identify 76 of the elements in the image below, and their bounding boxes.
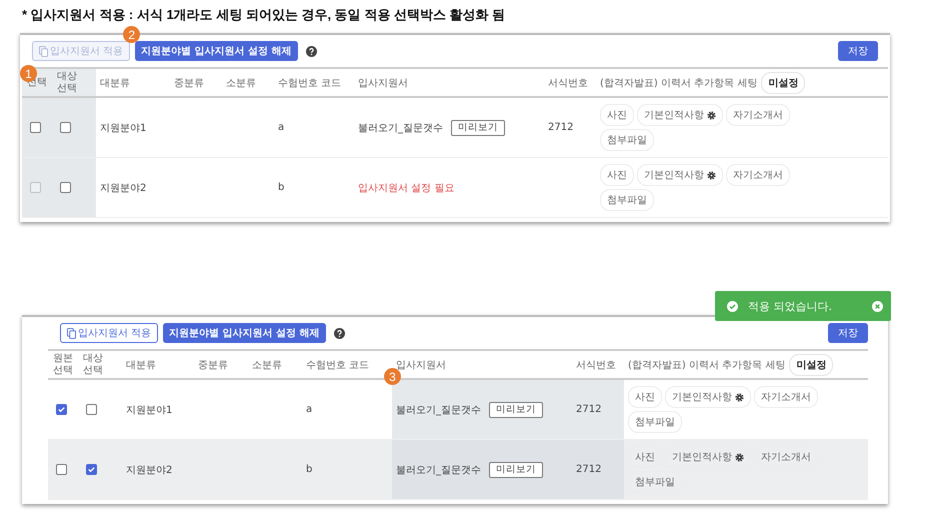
reset-button[interactable]: 지원분야별 입사지원서 설정 해제 — [163, 323, 326, 343]
settings-chip[interactable]: 미설정 — [761, 72, 806, 94]
tag-chip[interactable]: 사진 — [628, 446, 662, 468]
form-name: 불러오기_질문갯수 — [358, 122, 443, 134]
save-button[interactable]: 저장 — [838, 41, 878, 61]
checkbox[interactable] — [56, 404, 67, 415]
column-header: 서식번호 — [576, 358, 616, 372]
copy-icon — [39, 46, 48, 56]
table-cell: a — [274, 98, 354, 158]
tag-chip[interactable]: 자기소개서 — [726, 164, 790, 186]
checkbox[interactable] — [86, 464, 97, 475]
tag-chip[interactable]: 자기소개서 — [726, 104, 790, 126]
tag-chip[interactable]: 첨부파일 — [600, 189, 654, 211]
check-circle-icon — [727, 300, 738, 312]
checkbox[interactable] — [56, 464, 67, 475]
gear-icon — [707, 170, 716, 180]
form-name: 불러오기_질문갯수 — [396, 404, 481, 416]
column-header: 중분류 — [174, 76, 204, 90]
gear-icon — [735, 452, 744, 462]
tag-chip[interactable]: 첨부파일 — [628, 471, 682, 493]
column-header: 대분류 — [100, 76, 130, 90]
form-name: 불러오기_질문갯수 — [396, 464, 481, 476]
column-header: 원본 선택 — [52, 353, 74, 376]
checkbox[interactable] — [60, 122, 71, 133]
apply-button[interactable]: 입사지원서 적용 — [60, 323, 158, 343]
tag-chip[interactable]: 첨부파일 — [628, 411, 682, 433]
reset-button[interactable]: 지원분야별 입사지원서 설정 해제 — [135, 41, 298, 61]
help-icon[interactable] — [334, 328, 345, 338]
column-header: 입사지원서 — [358, 76, 408, 90]
column-header: (합격자발표) 이력서 추가항목 세팅 — [628, 358, 786, 372]
column-header: 수험번호 코드 — [306, 358, 370, 372]
column-header: 대상 선택 — [82, 353, 104, 376]
help-icon[interactable] — [306, 46, 317, 56]
column-header: 중분류 — [198, 358, 228, 372]
column-header: 수험번호 코드 — [278, 76, 342, 90]
settings-chip[interactable]: 미설정 — [789, 354, 834, 376]
preview-button[interactable]: 미리보기 — [489, 402, 543, 418]
checkbox[interactable] — [60, 182, 71, 193]
column-header: 서식번호 — [548, 76, 588, 90]
tag-chip[interactable]: 기본인적사항 — [637, 104, 723, 126]
tag-chip[interactable]: 기본인적사항 — [665, 446, 751, 468]
note-text: * 입사지원서 적용 : 서식 1개라도 세팅 되어있는 경우, 동일 적용 선택박스 활성화 됨 — [21, 6, 506, 24]
column-header: (합격자발표) 이력서 추가항목 세팅 — [600, 76, 758, 90]
table-cell: 지원분야1 — [96, 98, 170, 158]
table-cell: 지원분야2 — [122, 440, 194, 500]
table-cell: 지원분야2 — [96, 158, 170, 218]
table-cell: 2712 — [544, 98, 596, 158]
tag-chip[interactable]: 사진 — [600, 104, 634, 126]
tag-chip[interactable]: 사진 — [600, 164, 634, 186]
tag-chip[interactable]: 기본인적사항 — [665, 386, 751, 408]
tag-chip[interactable]: 기본인적사항 — [637, 164, 723, 186]
close-icon[interactable] — [872, 300, 883, 312]
tag-chip[interactable]: 사진 — [628, 386, 662, 408]
gear-icon — [735, 392, 744, 402]
column-header: 소분류 — [252, 358, 282, 372]
column-header: 대분류 — [126, 358, 156, 372]
preview-button[interactable]: 미리보기 — [489, 462, 543, 478]
checkbox[interactable] — [30, 122, 41, 133]
column-header: 대상 선택 — [56, 71, 78, 94]
tag-chip[interactable]: 첨부파일 — [600, 129, 654, 151]
step-badge: 2 — [123, 26, 140, 43]
column-header: 소분류 — [226, 76, 256, 90]
table-cell: b — [302, 440, 392, 500]
warning-text: 입사지원서 설정 필요 — [358, 182, 454, 194]
table-cell: b — [274, 158, 354, 218]
tag-chip[interactable]: 자기소개서 — [754, 446, 818, 468]
tag-chip[interactable]: 자기소개서 — [754, 386, 818, 408]
table-cell: 2712 — [572, 440, 624, 500]
copy-icon — [67, 328, 76, 338]
table-cell: 2712 — [572, 380, 624, 440]
toast-message: 적용 되었습니다. — [748, 298, 833, 314]
save-button[interactable]: 저장 — [828, 323, 868, 343]
preview-button[interactable]: 미리보기 — [451, 120, 505, 136]
checkbox[interactable] — [86, 404, 97, 415]
step-badge: 3 — [384, 368, 401, 385]
gear-icon — [707, 110, 716, 120]
